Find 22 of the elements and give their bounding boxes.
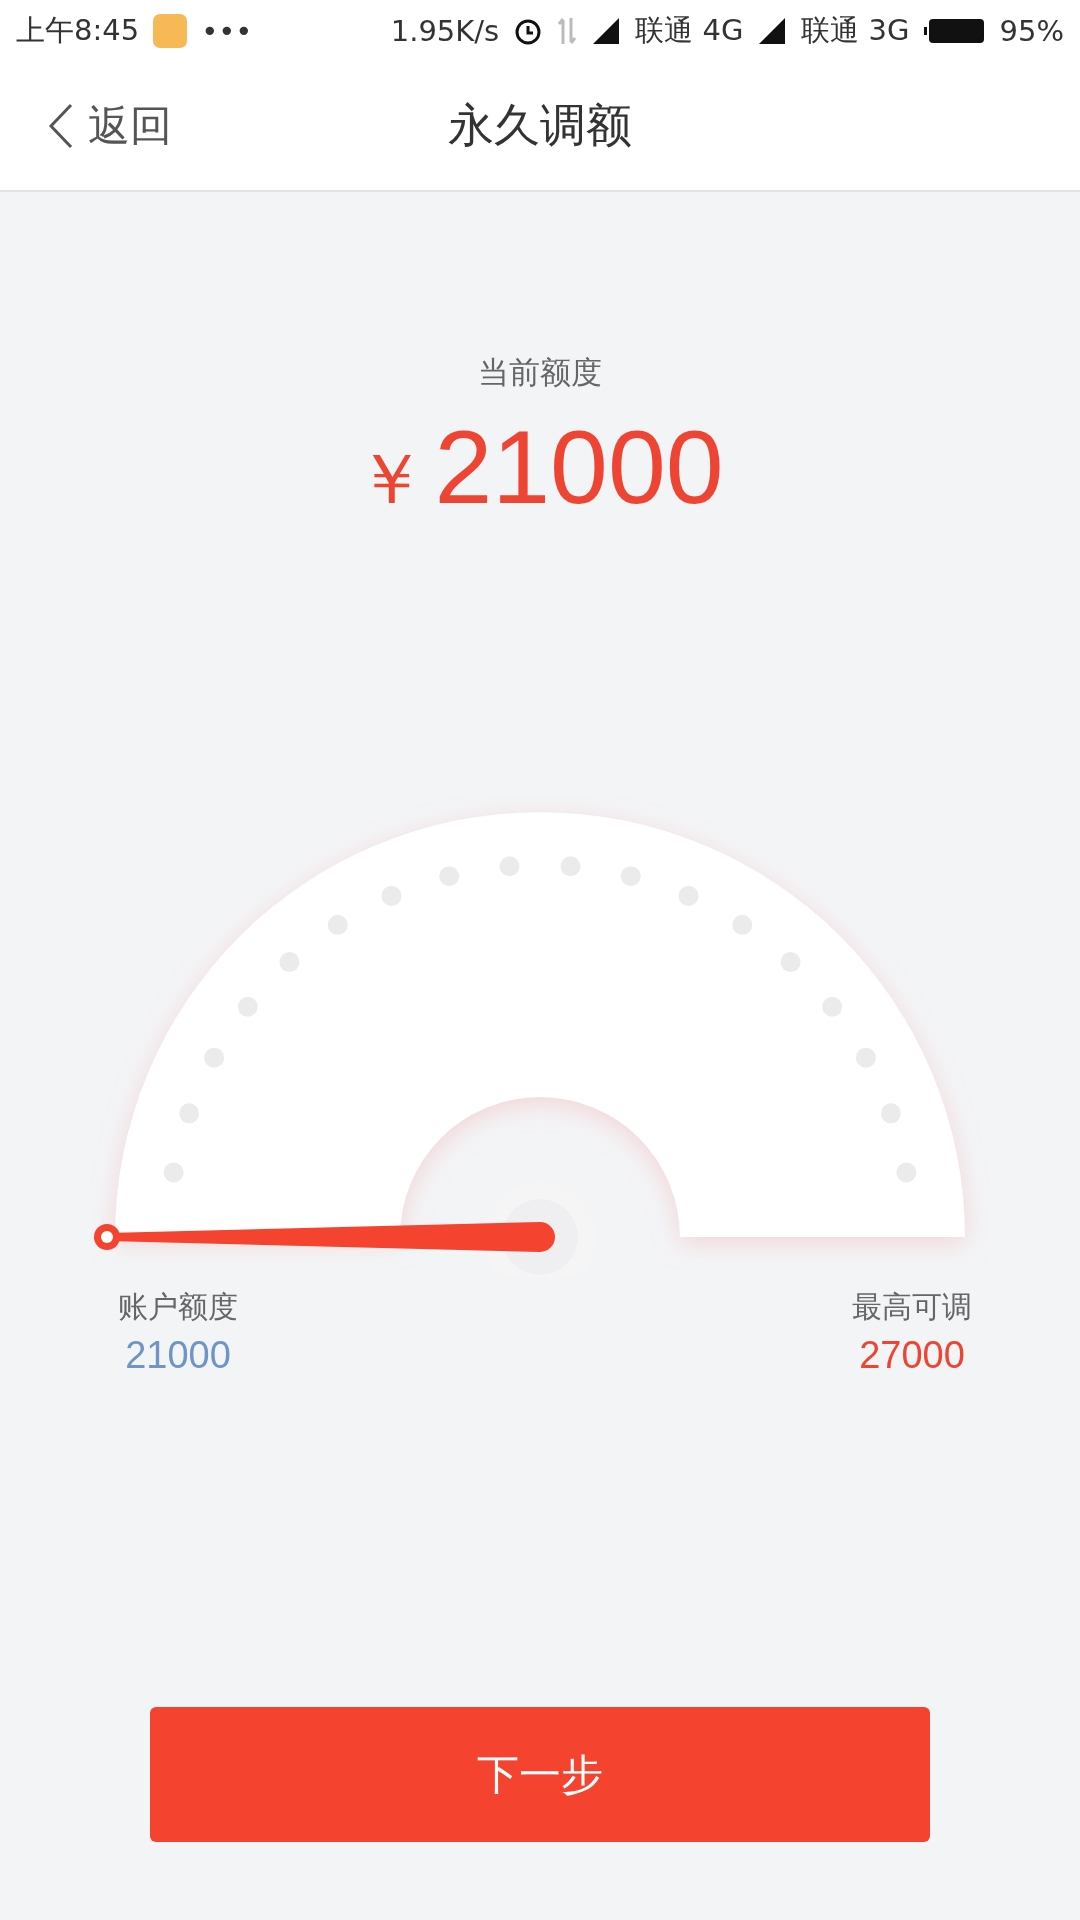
current-limit-label: 当前额度 xyxy=(478,353,602,392)
battery-icon xyxy=(923,17,986,45)
network-speed: 1.95K/s xyxy=(390,14,500,48)
more-notifications: ••• xyxy=(201,14,253,48)
clock: 上午8:45 xyxy=(16,12,140,49)
data-arrows-icon xyxy=(557,16,578,46)
back-button[interactable]: 返回 xyxy=(48,98,172,154)
back-icon xyxy=(48,103,74,149)
battery-percent: 95% xyxy=(999,14,1064,48)
next-button[interactable]: 下一步 xyxy=(150,1707,930,1842)
signal-icon xyxy=(591,16,622,46)
limit-value: 21000 xyxy=(125,1334,231,1377)
page-title: 永久调额 xyxy=(448,98,632,152)
chat-app-icon xyxy=(153,14,188,48)
carrier-label: 联通 3G xyxy=(801,12,910,49)
carrier-label: 联通 4G xyxy=(635,12,744,49)
limit-label: 账户额度 xyxy=(118,1288,238,1326)
limit-value: 27000 xyxy=(859,1334,965,1377)
limit-label: 最高可调 xyxy=(852,1288,972,1326)
signal-icon xyxy=(757,16,788,46)
currency-symbol: ￥ xyxy=(356,437,427,522)
current-limit-amount: 21000 xyxy=(434,408,724,527)
